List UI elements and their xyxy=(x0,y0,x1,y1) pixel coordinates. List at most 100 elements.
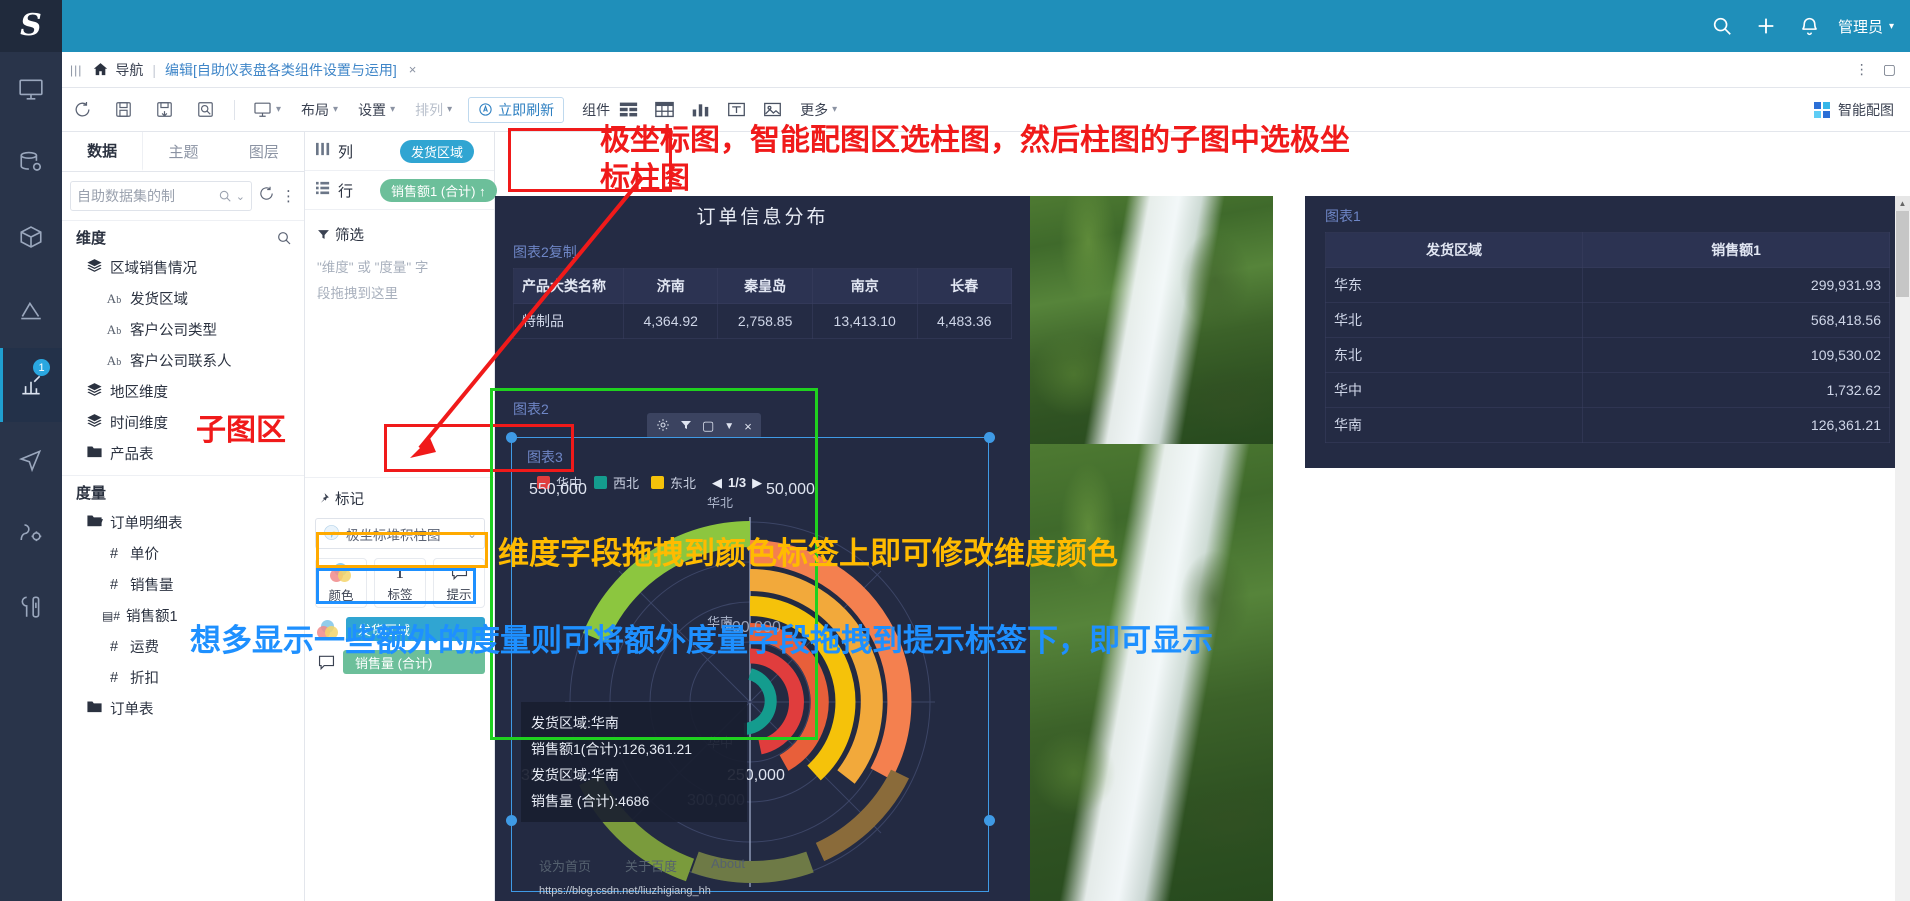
refresh-now-button[interactable]: 立即刷新 xyxy=(468,96,565,123)
table-icon[interactable] xyxy=(610,88,646,132)
mark-type-select[interactable]: 极坐标堆积柱图 ⌄ xyxy=(315,518,485,549)
tree-item-ship-region[interactable]: Ab 发货区域 xyxy=(62,283,304,314)
mark-button-label-btn[interactable]: T 标签 xyxy=(374,558,426,608)
row-pill[interactable]: 销售额1 (合计) ↑ xyxy=(380,178,497,202)
mark-field-tooltip[interactable]: 销售量 (合计) xyxy=(317,650,485,674)
right-table-widget[interactable]: 图表1 发货区域 销售额1 华东 299,931.93 华北 568,418.5… xyxy=(1305,196,1910,468)
tab-data[interactable]: 数据 xyxy=(62,132,144,171)
rail-item-datasource[interactable] xyxy=(0,126,62,200)
filter-icon[interactable] xyxy=(680,419,692,434)
caret-down-icon[interactable]: ▼ xyxy=(724,421,734,432)
crosstab-icon[interactable] xyxy=(646,88,682,132)
tree-item-order-detail[interactable]: 订单明细表 xyxy=(62,507,304,538)
td-region: 华中 xyxy=(1324,372,1584,408)
rail-item-settings[interactable] xyxy=(0,570,62,644)
scroll-thumb[interactable] xyxy=(1896,211,1909,297)
user-menu[interactable]: 管理员 ▾ xyxy=(1838,16,1894,37)
rail-item-user[interactable] xyxy=(0,496,62,570)
close-icon[interactable]: × xyxy=(744,419,752,434)
ab-icon: Ab xyxy=(106,352,122,368)
rail-item-dashboard[interactable] xyxy=(0,52,62,126)
tree-item-region-sales[interactable]: 区域销售情况 xyxy=(62,252,304,283)
polar-chart[interactable]: 华北 华南 华中 xyxy=(511,497,989,892)
tree-item-sales-amount[interactable]: ▤# 销售额1 xyxy=(62,600,304,631)
chart3-widget[interactable]: 图表3 华中 西北 东北 ◀ 1/3 ▶ 华北 华南 550,000 50,00… xyxy=(511,437,989,892)
chart2-widget[interactable]: 图表2 ▢ ▼ × 图表3 华中 西北 东北 ◀ 1/3 ▶ 华北 华南 550… xyxy=(495,391,1030,901)
tab-theme[interactable]: 主题 xyxy=(143,132,223,171)
more-icon[interactable]: ⋮ xyxy=(1855,61,1869,78)
tab-layers[interactable]: 图层 xyxy=(224,132,304,171)
square-icon[interactable]: ▢ xyxy=(702,418,714,434)
rail-item-share[interactable] xyxy=(0,422,62,496)
tree-item-time-dim[interactable]: 时间维度 xyxy=(62,407,304,438)
save-as-icon[interactable] xyxy=(144,88,185,132)
tree-item-discount[interactable]: # 折扣 xyxy=(62,662,304,693)
scrollbar-vertical[interactable]: ▲ xyxy=(1895,196,1910,901)
nav-home[interactable]: 导航 xyxy=(92,60,143,80)
plus-icon[interactable] xyxy=(1744,0,1788,52)
td-qinhuangdao: 2,758.85 xyxy=(717,303,813,339)
tree-item-order-table[interactable]: 订单表 xyxy=(62,693,304,724)
layout-menu[interactable]: 布局 ▾ xyxy=(291,88,348,132)
gear-icon[interactable] xyxy=(656,418,670,435)
settings-menu[interactable]: 设置 ▾ xyxy=(348,88,405,132)
tree-item-freight[interactable]: # 运费 xyxy=(62,631,304,662)
text-icon[interactable] xyxy=(718,88,754,132)
mark-button-color[interactable]: 颜色 xyxy=(315,558,367,608)
selection-handle-bl[interactable] xyxy=(506,815,517,826)
close-icon[interactable]: × xyxy=(409,62,417,77)
order-info-widget[interactable]: 订单信息分布 图表2复制 产品大类名称 济南 秦皇岛 南京 长春 特制品 4,3… xyxy=(495,196,1030,391)
legend-pager[interactable]: ◀ 1/3 ▶ xyxy=(712,475,762,491)
prev-page-icon[interactable]: ◀ xyxy=(712,475,722,491)
chevron-down-icon[interactable]: ⌄ xyxy=(236,190,245,203)
tree-item-region-dim[interactable]: 地区维度 xyxy=(62,376,304,407)
search-icon[interactable] xyxy=(1700,0,1744,52)
rail-item-analysis[interactable] xyxy=(0,274,62,348)
dataset-more-icon[interactable]: ⋮ xyxy=(281,187,296,205)
save-icon[interactable] xyxy=(103,88,144,132)
window-icon[interactable]: ▢ xyxy=(1883,61,1896,78)
tree-item-customer-contact[interactable]: Ab 客户公司联系人 xyxy=(62,345,304,376)
selection-handle-tl[interactable] xyxy=(506,432,517,443)
watermark: https://blog.csdn.net/liuzhigiang_hh xyxy=(539,885,711,897)
bar-chart-icon[interactable] xyxy=(682,88,718,132)
table-row: 华北 568,418.56 xyxy=(1324,302,1890,338)
selection-handle-tr[interactable] xyxy=(984,432,995,443)
rail-item-dataset[interactable] xyxy=(0,200,62,274)
mark-button-tooltip[interactable]: 提示 xyxy=(433,558,485,608)
mark-field-color[interactable]: 发货区域 xyxy=(317,617,485,641)
smart-chart-area[interactable]: 智能配图 xyxy=(1814,100,1910,120)
footer-about[interactable]: About xyxy=(711,856,745,875)
footer-about-baidu[interactable]: 关于百度 xyxy=(625,856,677,875)
rail-item-report[interactable]: 1 xyxy=(0,348,62,422)
device-menu[interactable]: ▾ xyxy=(243,88,291,132)
footer-set-home[interactable]: 设为首页 xyxy=(539,856,591,875)
tree-item-customer-type[interactable]: Ab 客户公司类型 xyxy=(62,314,304,345)
tree-item-sales-qty[interactable]: # 销售量 xyxy=(62,569,304,600)
column-shelf[interactable]: 列 发货区域 xyxy=(305,132,494,171)
tree-item-product-table[interactable]: 产品表 xyxy=(62,438,304,469)
tree-item-unit-price[interactable]: # 单价 xyxy=(62,538,304,569)
image-widget-bottom[interactable] xyxy=(1030,444,1273,901)
bell-icon[interactable] xyxy=(1788,0,1832,52)
row-shelf[interactable]: 行 销售额1 (合计) ↑ xyxy=(305,171,497,210)
search-icon[interactable] xyxy=(276,230,292,246)
preview-icon[interactable] xyxy=(185,88,226,132)
panel-toggle-icon[interactable]: ||| xyxy=(70,63,82,77)
refresh-dataset-icon[interactable] xyxy=(258,185,275,207)
arrange-menu[interactable]: 排列 ▾ xyxy=(405,88,462,132)
image-glyph xyxy=(763,102,781,117)
widget-toolbar[interactable]: ▢ ▼ × xyxy=(647,413,761,439)
next-page-icon[interactable]: ▶ xyxy=(752,475,762,491)
selection-handle-br[interactable] xyxy=(984,815,995,826)
dataset-search-input[interactable]: 自助数据集的制 ⌄ xyxy=(70,181,252,211)
tab-title[interactable]: 编辑[自助仪表盘各类组件设置与运用] xyxy=(165,60,397,80)
image-widget-top[interactable] xyxy=(1030,196,1273,444)
scroll-up-icon[interactable]: ▲ xyxy=(1895,196,1910,211)
column-pill[interactable]: 发货区域 xyxy=(400,139,475,163)
undo-icon[interactable] xyxy=(62,88,103,132)
logo-glyph: S xyxy=(20,8,42,43)
more-menu[interactable]: 更多 ▾ xyxy=(790,88,847,132)
image-icon[interactable] xyxy=(754,88,790,132)
waterfall-image xyxy=(1030,196,1273,444)
